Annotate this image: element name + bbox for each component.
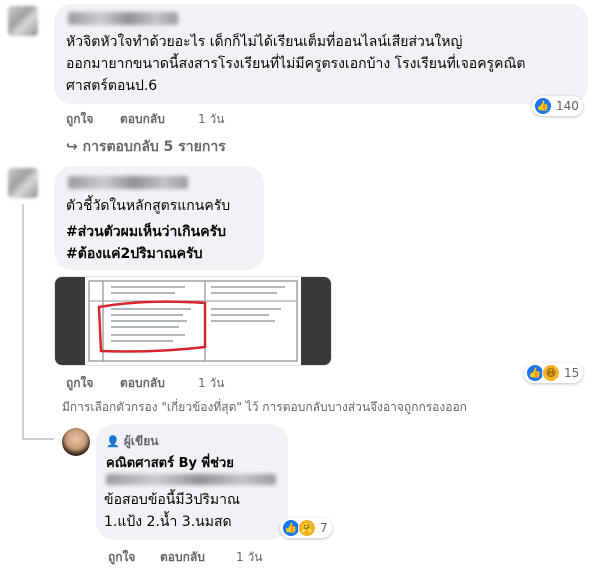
reply-like-button[interactable]: ถูกใจ [108, 548, 135, 567]
like-icon: 👍 [534, 97, 552, 115]
reply-mention-blurred[interactable] [106, 474, 276, 485]
reply-arrow-icon: ↪ [66, 139, 78, 155]
comment-2-attached-image[interactable] [54, 276, 332, 366]
hashtag-1[interactable]: #ส่วนตัวผมเห็นว่าเกินครับ [66, 222, 226, 243]
comment-2-time[interactable]: 1 วัน [198, 374, 224, 393]
comment-2-reactions[interactable]: 👍 😆 15 [524, 363, 584, 383]
author-badge-label: ผู้เขียน [123, 434, 159, 448]
filter-note: มีการเลือกตัวกรอง "เกี่ยวข้องที่สุด" ไว้… [62, 400, 467, 414]
comment-1-reply-button[interactable]: ตอบกลับ [120, 110, 165, 129]
reply-reply-button[interactable]: ตอบกลับ [160, 548, 205, 567]
comment-1-bubble: หัวจิตหัวใจทำด้วยอะไร เด็กก็ไม่ได้เรียนเ… [54, 4, 588, 104]
comment-1-line-3: ศาสตร์ตอนป.6 [66, 78, 158, 94]
thread-line [22, 204, 24, 440]
comment-1-like-button[interactable]: ถูกใจ [66, 110, 93, 129]
comment-1-line-1: หัวจิตหัวใจทำด้วยอะไร เด็กก็ไม่ได้เรียนเ… [66, 34, 463, 50]
author-badge: 👤 ผู้เขียน [106, 432, 158, 451]
comment-2-reply-button[interactable]: ตอบกลับ [120, 374, 165, 393]
reply-reactions[interactable]: 👍 🤗 7 [280, 518, 332, 538]
reply-bubble: 👤 ผู้เขียน คณิตศาสตร์ By พี่ช่วย ข้อสอบข… [96, 424, 288, 540]
reply-reaction-count: 7 [320, 521, 328, 535]
commenter-2-avatar[interactable] [8, 168, 38, 198]
care-icon: 🤗 [298, 519, 316, 537]
curriculum-table-image [55, 277, 331, 365]
author-avatar[interactable] [62, 428, 90, 456]
comment-1-line-2: ออกมายากขนาดนี้สงสารโรงเรียนที่ไม่มีครูต… [66, 56, 526, 72]
haha-icon: 😆 [542, 364, 560, 382]
reply-line-1: ข้อสอบข้อนี้มี3ปริมาณ [104, 492, 240, 508]
comment-2-text: ตัวชี้วัดในหลักสูตรแกนครับ [66, 198, 231, 214]
commenter-2-name-blurred[interactable] [68, 176, 188, 189]
reply-time[interactable]: 1 วัน [236, 548, 262, 567]
commenter-1-name-blurred[interactable] [68, 12, 178, 25]
hashtag-2[interactable]: #ต้องแค่2ปริมาณครับ [66, 244, 202, 265]
view-replies-label: การตอบกลับ 5 รายการ [82, 139, 226, 155]
comment-1-reactions[interactable]: 👍 140 [532, 96, 583, 116]
comment-2-bubble: ตัวชี้วัดในหลักสูตรแกนครับ #ส่วนตัวผมเห็… [54, 166, 264, 270]
thread-elbow [22, 438, 54, 440]
author-badge-icon: 👤 [106, 435, 120, 448]
comment-2-reaction-count: 15 [564, 366, 580, 380]
comment-1-time[interactable]: 1 วัน [198, 110, 224, 129]
author-name[interactable]: คณิตศาสตร์ By พี่ช่วย [106, 452, 234, 473]
comment-1-reaction-count: 140 [556, 99, 579, 113]
reply-line-2: 1.แป้ง 2.น้ำ 3.นมสด [104, 514, 232, 530]
view-replies-link[interactable]: ↪ การตอบกลับ 5 รายการ [66, 136, 226, 158]
comment-2-like-button[interactable]: ถูกใจ [66, 374, 93, 393]
commenter-1-avatar[interactable] [8, 6, 38, 36]
